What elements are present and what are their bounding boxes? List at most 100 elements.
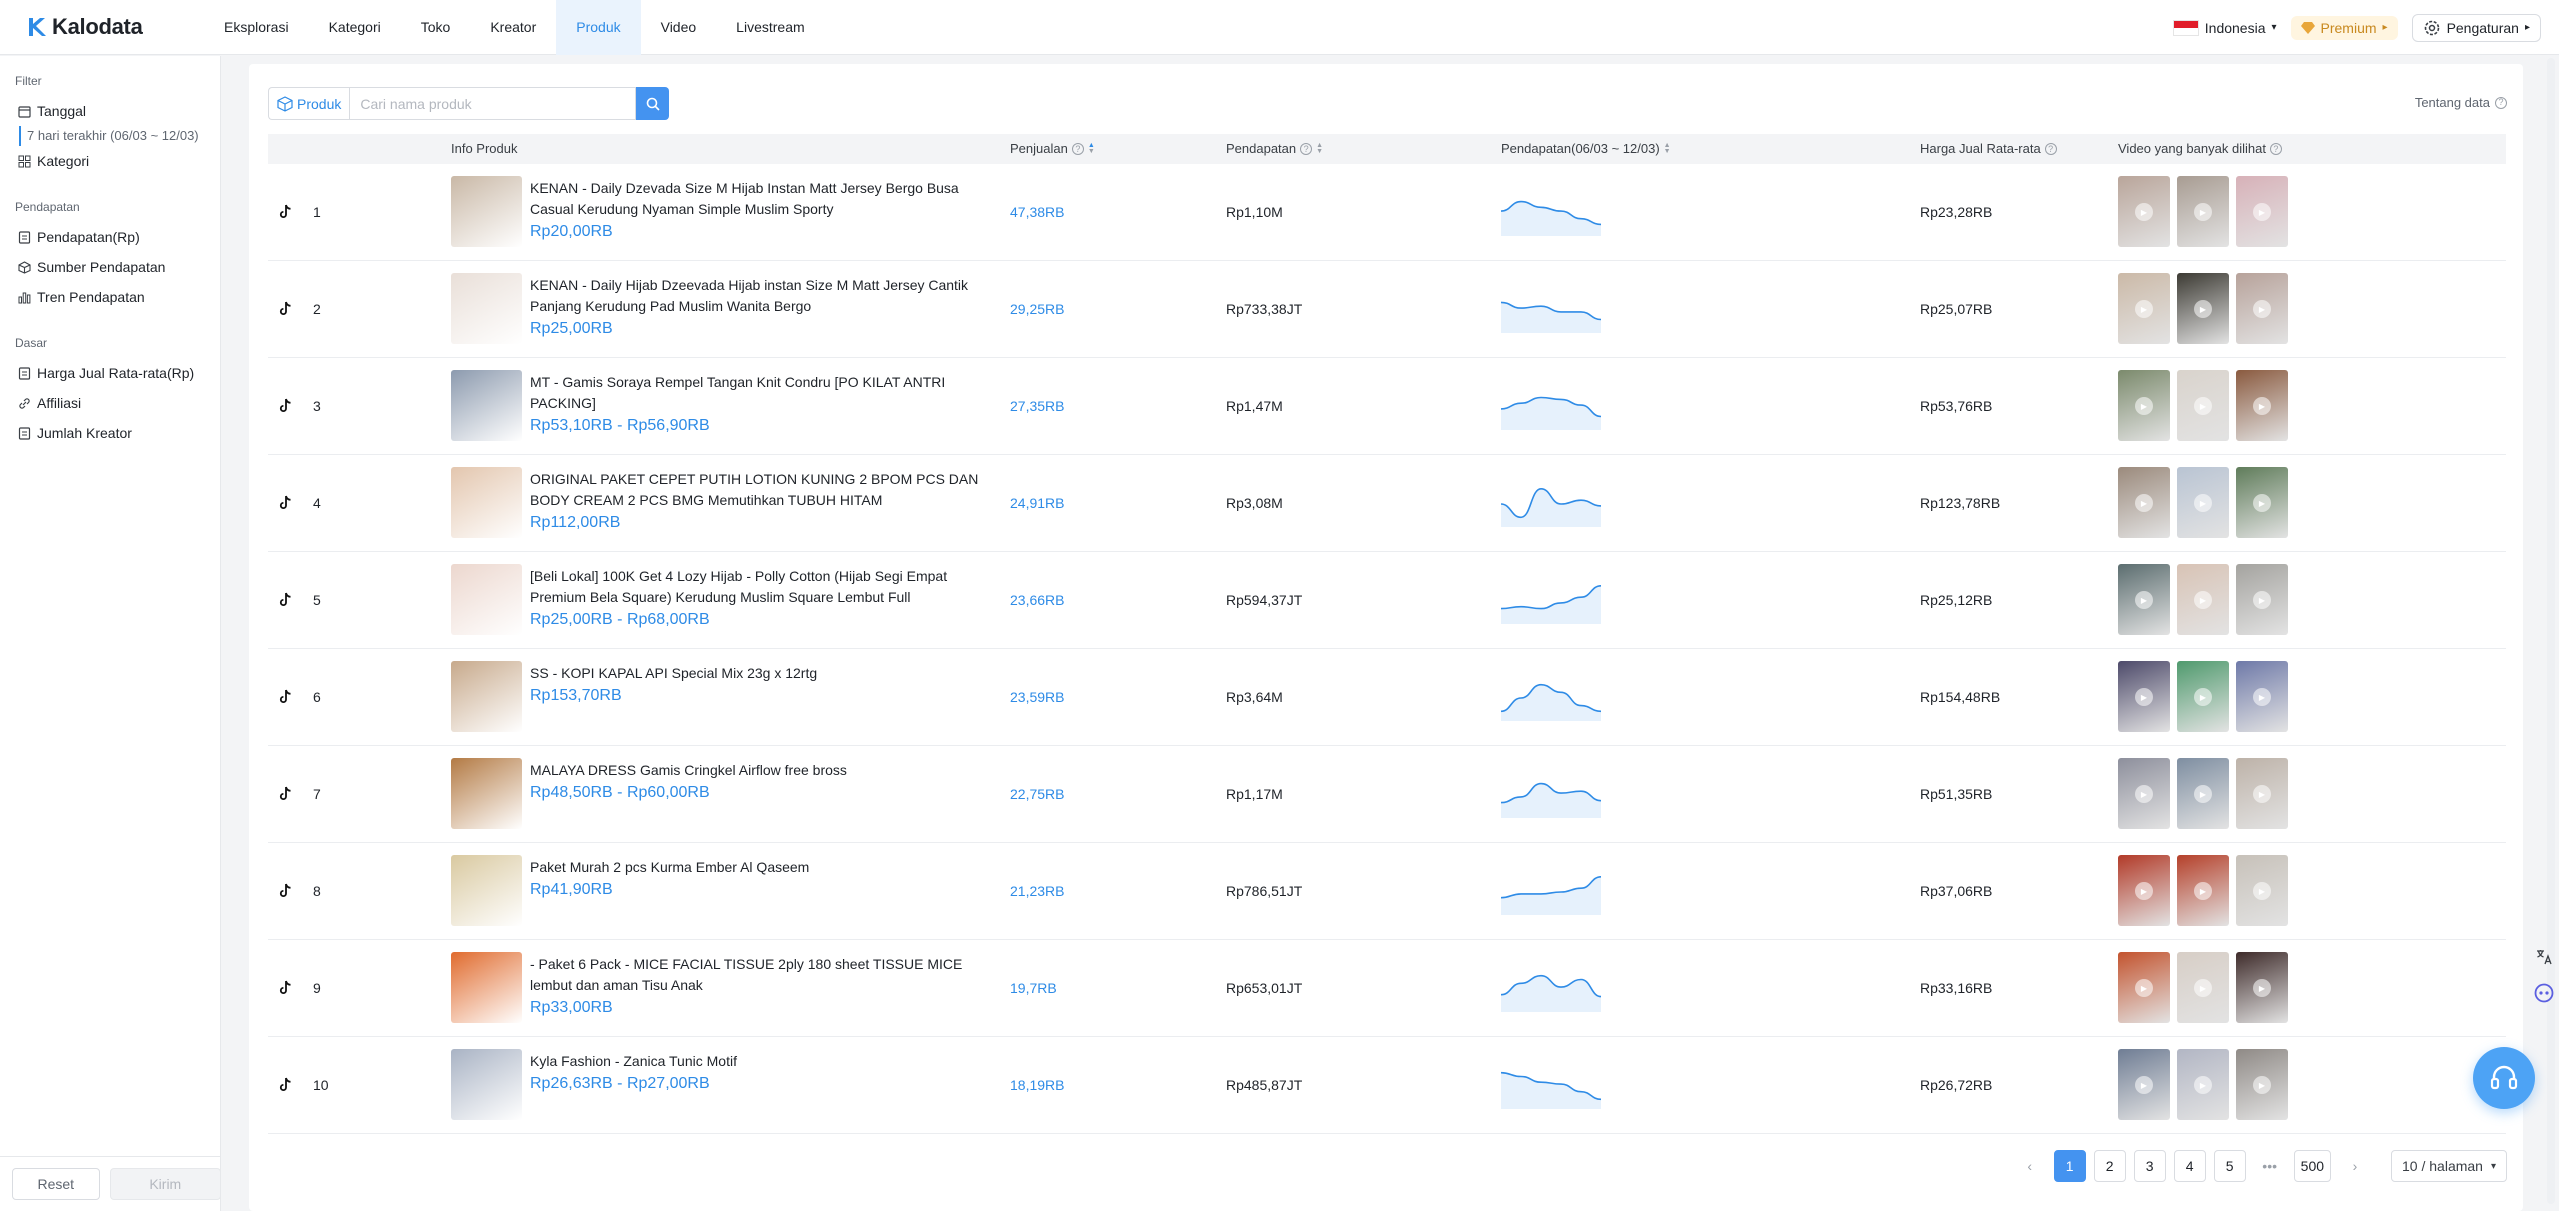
nav-toko[interactable]: Toko — [401, 0, 471, 55]
sales-value[interactable]: 23,59RB — [1010, 689, 1064, 705]
nav-kategori[interactable]: Kategori — [309, 0, 401, 55]
search-type-selector[interactable]: Produk — [268, 87, 350, 120]
sidebar-item-revenue-trend[interactable]: Tren Pendapatan — [0, 282, 220, 312]
about-data-link[interactable]: Tentang data ? — [2415, 95, 2507, 110]
table-row[interactable]: 5 [Beli Lokal] 100K Get 4 Lozy Hijab - Po… — [268, 552, 2506, 649]
video-thumbnail[interactable]: ▶ — [2236, 952, 2288, 1023]
video-thumbnail[interactable]: ▶ — [2236, 564, 2288, 635]
video-thumbnail[interactable]: ▶ — [2236, 758, 2288, 829]
video-thumbnail[interactable]: ▶ — [2118, 1049, 2170, 1120]
product-thumbnail[interactable] — [451, 176, 522, 247]
product-thumbnail[interactable] — [451, 467, 522, 538]
date-range-value[interactable]: 7 hari terakhir (06/03 ~ 12/03) — [19, 126, 220, 146]
product-name[interactable]: Kyla Fashion - Zanica Tunic Motif — [530, 1051, 980, 1072]
video-thumbnail[interactable]: ▶ — [2177, 467, 2229, 538]
video-thumbnail[interactable]: ▶ — [2177, 564, 2229, 635]
product-thumbnail[interactable] — [451, 952, 522, 1023]
page-scrollbar[interactable] — [2547, 58, 2555, 1204]
product-name[interactable]: MALAYA DRESS Gamis Cringkel Airflow free… — [530, 760, 980, 781]
product-name[interactable]: MT - Gamis Soraya Rempel Tangan Knit Con… — [530, 372, 980, 414]
video-thumbnail[interactable]: ▶ — [2236, 467, 2288, 538]
video-thumbnail[interactable]: ▶ — [2118, 370, 2170, 441]
nav-eksplorasi[interactable]: Eksplorasi — [204, 0, 309, 55]
video-thumbnail[interactable]: ▶ — [2236, 661, 2288, 732]
search-button[interactable] — [636, 87, 670, 120]
product-thumbnail[interactable] — [451, 855, 522, 926]
brand-logo[interactable]: Kalodata — [26, 14, 176, 40]
product-thumbnail[interactable] — [451, 273, 522, 344]
product-name[interactable]: KENAN - Daily Dzevada Size M Hijab Insta… — [530, 178, 980, 220]
page-1-button[interactable]: 1 — [2053, 1150, 2086, 1182]
table-row[interactable]: 2 KENAN - Daily Hijab Dzeevada Hijab inst… — [268, 261, 2506, 358]
sidebar-item-category[interactable]: Kategori — [0, 146, 220, 176]
video-thumbnail[interactable]: ▶ — [2118, 467, 2170, 538]
sales-value[interactable]: 29,25RB — [1010, 301, 1064, 317]
table-row[interactable]: 1 KENAN - Daily Dzevada Size M Hijab Inst… — [268, 164, 2506, 261]
sidebar-item-avg-price[interactable]: Harga Jual Rata-rata(Rp) — [0, 358, 220, 388]
table-row[interactable]: 9 - Paket 6 Pack - MICE FACIAL TISSUE 2pl… — [268, 940, 2506, 1037]
next-page-button[interactable]: › — [2339, 1150, 2372, 1182]
video-thumbnail[interactable]: ▶ — [2177, 758, 2229, 829]
sales-value[interactable]: 19,7RB — [1010, 980, 1057, 996]
product-name[interactable]: ORIGINAL PAKET CEPET PUTIH LOTION KUNING… — [530, 469, 980, 511]
column-header-sales[interactable]: Penjualan ? ▲ ▼ — [1010, 134, 1095, 164]
page-4-button[interactable]: 4 — [2173, 1150, 2206, 1182]
nav-produk[interactable]: Produk — [556, 0, 641, 55]
translate-icon[interactable] — [2533, 946, 2555, 968]
video-thumbnail[interactable]: ▶ — [2118, 564, 2170, 635]
table-row[interactable]: 10 Kyla Fashion - Zanica Tunic Motif Rp26,… — [268, 1037, 2506, 1134]
video-thumbnail[interactable]: ▶ — [2177, 370, 2229, 441]
more-pages-ellipsis[interactable]: ••• — [2253, 1150, 2286, 1182]
sidebar-item-revenue-source[interactable]: Sumber Pendapatan — [0, 252, 220, 282]
product-name[interactable]: KENAN - Daily Hijab Dzeevada Hijab insta… — [530, 275, 980, 317]
video-thumbnail[interactable]: ▶ — [2118, 855, 2170, 926]
product-name[interactable]: [Beli Lokal] 100K Get 4 Lozy Hijab - Pol… — [530, 566, 980, 608]
video-thumbnail[interactable]: ▶ — [2177, 1049, 2229, 1120]
video-thumbnail[interactable]: ▶ — [2177, 952, 2229, 1023]
video-thumbnail[interactable]: ▶ — [2118, 273, 2170, 344]
page-last-button[interactable]: 500 — [2293, 1150, 2332, 1182]
video-thumbnail[interactable]: ▶ — [2118, 176, 2170, 247]
sidebar-item-creator-count[interactable]: Jumlah Kreator — [0, 418, 220, 448]
video-thumbnail[interactable]: ▶ — [2118, 661, 2170, 732]
sales-value[interactable]: 24,91RB — [1010, 495, 1064, 511]
table-row[interactable]: 4 ORIGINAL PAKET CEPET PUTIH LOTION KUNIN… — [268, 455, 2506, 552]
sidebar-item-revenue[interactable]: Pendapatan(Rp) — [0, 222, 220, 252]
nav-livestream[interactable]: Livestream — [716, 0, 824, 55]
page-3-button[interactable]: 3 — [2133, 1150, 2166, 1182]
reset-button[interactable]: Reset — [12, 1168, 100, 1200]
product-name[interactable]: - Paket 6 Pack - MICE FACIAL TISSUE 2ply… — [530, 954, 980, 996]
column-header-trend[interactable]: Pendapatan(06/03 ~ 12/03) ▲ ▼ — [1501, 134, 1671, 164]
product-thumbnail[interactable] — [451, 370, 522, 441]
product-thumbnail[interactable] — [451, 758, 522, 829]
table-row[interactable]: 3 MT - Gamis Soraya Rempel Tangan Knit Co… — [268, 358, 2506, 455]
video-thumbnail[interactable]: ▶ — [2177, 855, 2229, 926]
table-row[interactable]: 6 SS - KOPI KAPAL API Special Mix 23g x 1… — [268, 649, 2506, 746]
sales-value[interactable]: 22,75RB — [1010, 786, 1064, 802]
page-size-select[interactable]: 10 / halaman ▾ — [2391, 1150, 2507, 1182]
video-thumbnail[interactable]: ▶ — [2177, 273, 2229, 344]
video-thumbnail[interactable]: ▶ — [2177, 661, 2229, 732]
sales-value[interactable]: 21,23RB — [1010, 883, 1064, 899]
product-thumbnail[interactable] — [451, 564, 522, 635]
premium-button[interactable]: Premium ▸ — [2290, 15, 2398, 40]
table-row[interactable]: 8 Paket Murah 2 pcs Kurma Ember Al Qaseem… — [268, 843, 2506, 940]
video-thumbnail[interactable]: ▶ — [2177, 176, 2229, 247]
product-name[interactable]: SS - KOPI KAPAL API Special Mix 23g x 12… — [530, 663, 980, 684]
search-input[interactable] — [349, 87, 637, 120]
page-2-button[interactable]: 2 — [2093, 1150, 2126, 1182]
page-5-button[interactable]: 5 — [2213, 1150, 2246, 1182]
sales-value[interactable]: 47,38RB — [1010, 204, 1064, 220]
sales-value[interactable]: 18,19RB — [1010, 1077, 1064, 1093]
nav-kreator[interactable]: Kreator — [470, 0, 556, 55]
prev-page-button[interactable]: ‹ — [2013, 1150, 2046, 1182]
customer-support-button[interactable] — [2473, 1047, 2535, 1109]
country-selector[interactable]: Indonesia ▾ — [2172, 19, 2277, 36]
settings-button[interactable]: Pengaturan ▸ — [2411, 13, 2541, 42]
product-name[interactable]: Paket Murah 2 pcs Kurma Ember Al Qaseem — [530, 857, 980, 878]
assistant-icon[interactable] — [2533, 982, 2555, 1004]
video-thumbnail[interactable]: ▶ — [2236, 1049, 2288, 1120]
video-thumbnail[interactable]: ▶ — [2236, 370, 2288, 441]
sidebar-item-affiliate[interactable]: Affiliasi — [0, 388, 220, 418]
sidebar-item-date[interactable]: Tanggal — [0, 96, 220, 126]
